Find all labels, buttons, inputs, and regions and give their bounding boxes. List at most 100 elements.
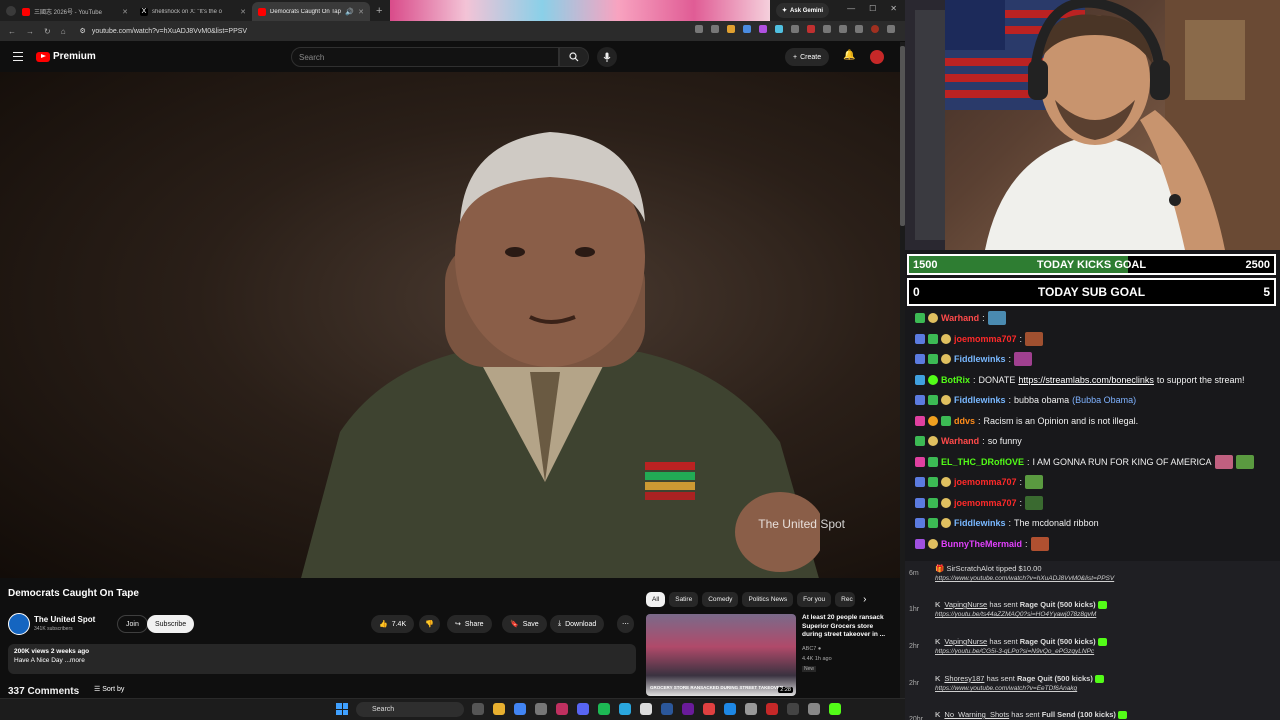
recommended-video[interactable]: GROCERY STORE RANSACKED DURING STREET TA… (646, 614, 896, 698)
new-tab-button[interactable]: + (376, 5, 382, 17)
tab-x[interactable]: X shellshock on X: "It's the o ✕ (134, 2, 252, 21)
channel-name[interactable]: The United Spot (34, 615, 95, 624)
dislike-button[interactable]: 👎 (419, 615, 440, 633)
description-box[interactable]: 200K views 2 weeks ago Have A Nice Day .… (8, 644, 636, 674)
extension-icon[interactable] (727, 25, 735, 33)
youtube-premium-logo[interactable]: Premium (36, 51, 96, 62)
event-username[interactable]: No_Warning_Shots (944, 710, 1009, 719)
account-avatar[interactable] (870, 50, 884, 64)
app-icon[interactable] (766, 703, 778, 715)
taskbar-search[interactable]: Search (356, 702, 464, 717)
channel-avatar[interactable] (8, 613, 30, 635)
forward-icon[interactable]: → (26, 27, 34, 36)
home-icon[interactable]: ⌂ (61, 27, 66, 36)
app-icon[interactable] (556, 703, 568, 715)
chat-username[interactable]: ddvs (954, 416, 975, 426)
chat-username[interactable]: Fiddlewinks (954, 518, 1006, 528)
event-username[interactable]: Shoresy187 (944, 674, 984, 683)
like-button[interactable]: 👍 7.4K (371, 615, 415, 633)
tab-search-icon[interactable] (6, 5, 16, 16)
extension-icon[interactable] (807, 25, 815, 33)
app-icon[interactable] (703, 703, 715, 715)
discord-icon[interactable] (577, 703, 589, 715)
kick-app-icon[interactable] (829, 703, 841, 715)
app-icon[interactable] (745, 703, 757, 715)
chevron-right-icon[interactable]: › (863, 594, 866, 605)
minimize-icon[interactable]: — (847, 4, 855, 13)
chip-politics-news[interactable]: Politics News (742, 592, 794, 607)
chat-link[interactable]: https://streamlabs.com/boneclinks (1018, 375, 1154, 385)
maximize-icon[interactable]: ☐ (869, 4, 876, 13)
chat-username[interactable]: Fiddlewinks (954, 395, 1006, 405)
chip-all[interactable]: All (646, 592, 666, 607)
app-icon[interactable] (808, 703, 820, 715)
spotify-icon[interactable] (598, 703, 610, 715)
bookmark-star-icon[interactable] (711, 25, 719, 33)
app-icon[interactable] (682, 703, 694, 715)
sort-comments-button[interactable]: ☰ Sort by (94, 685, 124, 693)
more-actions-button[interactable]: ⋯ (617, 615, 634, 633)
browser-menu-icon[interactable] (887, 25, 895, 33)
start-button[interactable] (336, 703, 348, 715)
chat-username[interactable]: EL_THC_DRoflOVE (941, 457, 1024, 467)
event-link[interactable]: https://www.youtube.com/watch?v=hXuADJ8V… (935, 575, 1114, 582)
close-window-icon[interactable]: ✕ (890, 4, 897, 13)
search-button[interactable] (559, 47, 589, 67)
audio-icon[interactable]: 🔊 (345, 8, 354, 16)
save-button[interactable]: 🔖 Save (502, 615, 547, 633)
extension-icon[interactable] (791, 25, 799, 33)
close-tab-icon[interactable]: ✕ (122, 8, 128, 16)
sidebar-icon[interactable] (855, 25, 863, 33)
event-link[interactable]: https://www.youtube.com/watch?v=EeTDf6An… (935, 685, 1077, 692)
app-icon[interactable] (640, 703, 652, 715)
chrome-icon[interactable] (514, 703, 526, 715)
app-icon[interactable] (619, 703, 631, 715)
tab-youtube-1[interactable]: 三國志 2026号 - YouTube ✕ (16, 2, 134, 21)
file-explorer-icon[interactable] (493, 703, 505, 715)
chat-username[interactable]: joemomma707 (954, 334, 1017, 344)
chip-recent[interactable]: Rec (835, 592, 856, 607)
voice-search-button[interactable] (597, 47, 617, 67)
close-tab-icon[interactable]: ✕ (240, 8, 246, 16)
extension-icon[interactable] (775, 25, 783, 33)
back-icon[interactable]: ← (8, 27, 16, 36)
join-button[interactable]: Join (117, 615, 148, 633)
chat-username[interactable]: joemomma707 (954, 477, 1017, 487)
site-info-icon[interactable]: ⚙ (80, 27, 86, 35)
chat-username[interactable]: Warhand (941, 313, 979, 323)
app-icon[interactable] (724, 703, 736, 715)
create-button[interactable]: + Create (785, 48, 830, 66)
chat-username[interactable]: BotRix (941, 375, 970, 385)
search-input[interactable]: Search (291, 47, 559, 67)
menu-icon[interactable] (13, 52, 23, 61)
chat-username[interactable]: BunnyTheMermaid (941, 539, 1022, 549)
subscribe-button[interactable]: Subscribe (147, 615, 195, 633)
share-button[interactable]: ↪ Share (447, 615, 492, 633)
ask-gemini-button[interactable]: ✦ Ask Gemini (776, 3, 830, 18)
app-icon[interactable] (535, 703, 547, 715)
chat-username[interactable]: Fiddlewinks (954, 354, 1006, 364)
event-link[interactable]: https://youtu.be/CG5i-3-qLPo?si=N9vQo_eP… (935, 648, 1094, 655)
extension-icon[interactable] (743, 25, 751, 33)
download-button[interactable]: ⤓ Download (550, 615, 605, 633)
recommended-title[interactable]: At least 20 people ransack Superior Groc… (802, 614, 892, 640)
chip-for-you[interactable]: For you (797, 592, 832, 607)
close-tab-icon[interactable]: ✕ (358, 8, 364, 16)
event-username[interactable]: VapingNurse (944, 600, 987, 609)
chip-satire[interactable]: Satire (669, 592, 699, 607)
video-player[interactable]: The United Spot (0, 72, 900, 578)
extension-icon[interactable] (759, 25, 767, 33)
cast-icon[interactable] (695, 25, 703, 33)
extensions-puzzle-icon[interactable] (823, 25, 831, 33)
task-view-icon[interactable] (472, 703, 484, 715)
downloads-icon[interactable] (839, 25, 847, 33)
recommended-channel[interactable]: ABC7 ● (802, 646, 821, 652)
reload-icon[interactable]: ↻ (44, 27, 51, 36)
notifications-bell-icon[interactable]: 🔔 (843, 50, 855, 61)
chip-comedy[interactable]: Comedy (702, 592, 739, 607)
chat-username[interactable]: joemomma707 (954, 498, 1017, 508)
chat-username[interactable]: Warhand (941, 436, 979, 446)
url-bar[interactable]: ⚙ youtube.com/watch?v=hXuADJ8VvM0&list=P… (76, 24, 676, 38)
recommended-thumbnail[interactable]: GROCERY STORE RANSACKED DURING STREET TA… (646, 614, 796, 696)
app-icon[interactable] (661, 703, 673, 715)
